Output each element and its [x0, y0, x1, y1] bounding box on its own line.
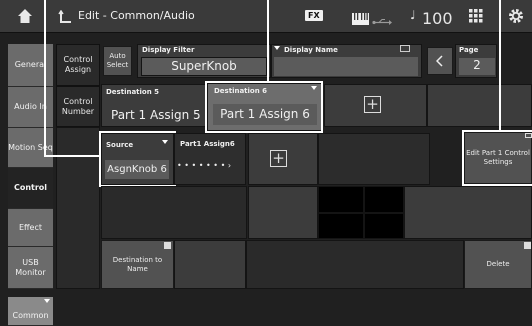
grid-cell-4: [364, 186, 404, 213]
destination-5-label: Destination 5: [106, 88, 160, 96]
nav-control[interactable]: Control: [8, 168, 53, 209]
add-source-icon[interactable]: +: [270, 150, 287, 167]
page-title: Edit - Common/Audio: [78, 9, 195, 22]
destination-to-name-corner-icon: [164, 242, 171, 249]
delete-button[interactable]: Delete: [464, 240, 532, 289]
display-name-dropdown-icon[interactable]: [274, 46, 280, 50]
delete-corner-icon: [524, 242, 531, 249]
fx-indicator[interactable]: FX: [305, 10, 323, 21]
nav-effect[interactable]: Effect: [8, 209, 53, 247]
back-arrow-icon[interactable]: [58, 9, 72, 23]
nav-general[interactable]: General: [8, 44, 53, 87]
nav-audio-in[interactable]: Audio In: [8, 87, 53, 128]
bottom-empty-1: [174, 240, 246, 289]
page-label: Page: [459, 46, 479, 54]
source-callout: [99, 131, 176, 187]
callout-line-destination: [267, 0, 269, 83]
assign-dots: • • • • • • • ›: [177, 161, 232, 170]
subtab-control-assign[interactable]: Control Assign: [56, 44, 100, 86]
subtab-control-number[interactable]: Control Number: [56, 86, 100, 127]
add-destination-icon[interactable]: +: [364, 96, 381, 113]
quick-access-grid-icon[interactable]: [469, 8, 483, 23]
page-value[interactable]: 2: [459, 58, 495, 75]
display-filter-label: Display Filter: [142, 46, 195, 54]
common-tab-arrow-icon: [44, 299, 50, 303]
chevron-left-icon: [436, 55, 443, 67]
nav-usb-monitor[interactable]: USB Monitor: [8, 247, 53, 289]
grid-cell-6: [364, 213, 404, 239]
tempo-value[interactable]: 100: [422, 9, 453, 28]
grid-cell-1: [101, 186, 247, 239]
grid-cell-2: [248, 186, 318, 239]
home-icon[interactable]: [17, 8, 33, 24]
edit-part-callout: [462, 130, 532, 186]
destination-5-value: Part 1 Assign 5: [111, 108, 201, 122]
display-name-label: Display Name: [284, 46, 338, 54]
callout-line-edit-part: [499, 0, 501, 132]
nav-motion-seq[interactable]: Motion Seq: [8, 128, 53, 168]
destination-6-callout: [205, 81, 323, 133]
auto-select-button[interactable]: Auto Select: [103, 46, 132, 76]
callout-line-source-vertical: [44, 0, 46, 157]
text-input-icon: [400, 45, 410, 52]
grid-cell-7: [404, 186, 532, 239]
callout-line-source-horizontal: [44, 155, 101, 157]
display-name-field[interactable]: [274, 57, 418, 76]
part-assign-label: Part1 Assign6: [180, 140, 235, 148]
usb-icon: [372, 12, 392, 25]
page-prev-button[interactable]: [427, 47, 453, 75]
tempo-note-icon: ♩: [410, 8, 416, 22]
grid-cell-3: [318, 186, 364, 213]
subnav-empty-area: [56, 127, 100, 289]
destination-empty-panel: [427, 84, 532, 127]
display-filter-value: SuperKnob: [171, 59, 237, 73]
grid-cell-5: [318, 213, 364, 239]
keyboard-icon: [352, 10, 369, 25]
gear-icon[interactable]: [508, 8, 524, 24]
empty-cell-1: [318, 133, 430, 185]
bottom-empty-2: [246, 240, 464, 289]
